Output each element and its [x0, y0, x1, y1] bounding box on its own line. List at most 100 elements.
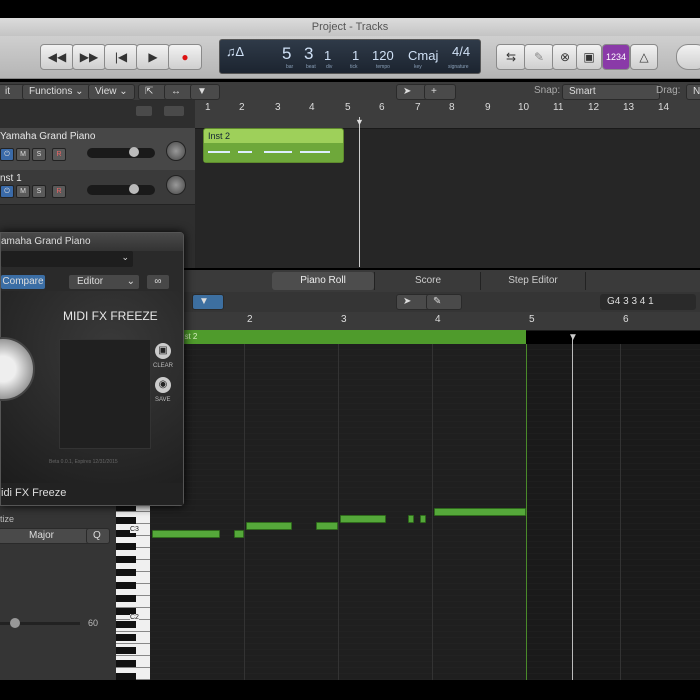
- preset-select[interactable]: ⌄: [1, 251, 133, 267]
- midi-note[interactable]: [152, 530, 220, 538]
- count-in-button[interactable]: 1234: [602, 44, 630, 70]
- filter-button[interactable]: ▼: [190, 84, 220, 100]
- global-tracks-button[interactable]: [164, 106, 184, 116]
- track-row[interactable]: nst 1 ⏻ M S R: [0, 170, 195, 205]
- editor-playhead-icon[interactable]: ▼: [568, 332, 578, 343]
- view-menu[interactable]: View ⌄: [88, 84, 135, 100]
- midi-note[interactable]: [420, 515, 426, 523]
- midi-region[interactable]: Inst 2: [203, 128, 344, 163]
- functions-menu[interactable]: Functions ⌄: [22, 84, 91, 100]
- lcd-tick-label: tick: [350, 64, 358, 70]
- ruler-bar: 7: [415, 102, 421, 113]
- record-enable-button[interactable]: R: [52, 185, 66, 198]
- drag-label: Drag:: [656, 85, 681, 96]
- inspector-section-label: tize: [0, 514, 15, 524]
- solo-label: S: [36, 151, 42, 158]
- play-button[interactable]: ▶: [136, 44, 170, 70]
- save-button[interactable]: ◉: [155, 377, 171, 393]
- quantize-button[interactable]: Q: [86, 528, 110, 544]
- lcd-bar: 5: [282, 44, 292, 63]
- editor-filter-button[interactable]: ▼: [192, 294, 224, 310]
- crosshair-tool[interactable]: +: [424, 84, 456, 100]
- go-to-beginning-button[interactable]: |◀: [104, 44, 138, 70]
- count-in-label: 1234: [605, 52, 627, 62]
- lcd-mode-button[interactable]: [676, 44, 700, 70]
- fader-knob[interactable]: [129, 184, 139, 194]
- lcd-display[interactable]: ♫∆ 5 3 1 1 120 Cmaj 4/4 bar beat div tic…: [219, 39, 481, 74]
- metronome-button[interactable]: △: [630, 44, 658, 70]
- piano-keyboard[interactable]: C3 C2: [116, 500, 150, 684]
- region-content: [204, 143, 343, 162]
- compare-button[interactable]: Compare: [1, 275, 45, 289]
- pencil-icon: ✎: [533, 50, 545, 64]
- midi-note[interactable]: [434, 508, 526, 516]
- freeze-dial[interactable]: [0, 337, 35, 401]
- record-button[interactable]: ●: [168, 44, 202, 70]
- snap-value: Smart: [569, 86, 596, 97]
- power-button[interactable]: ⏻: [0, 148, 14, 161]
- mute-button[interactable]: M: [16, 185, 30, 198]
- piano-roll-grid[interactable]: [150, 344, 700, 680]
- solo-button[interactable]: S: [32, 148, 46, 161]
- power-button[interactable]: ⏻: [0, 185, 14, 198]
- playhead[interactable]: [359, 117, 360, 267]
- midi-note[interactable]: [408, 515, 414, 523]
- tuner-button[interactable]: ✎: [524, 44, 554, 70]
- editor-ruler[interactable]: 2 3 4 5 6: [150, 312, 700, 331]
- crosshair-icon: +: [431, 86, 437, 97]
- solo-button[interactable]: ▣: [576, 44, 602, 70]
- cycle-button[interactable]: ⇆: [496, 44, 526, 70]
- tab-score[interactable]: Score: [374, 272, 481, 290]
- clear-button[interactable]: ▣: [155, 343, 171, 359]
- functions-menu-label: Functions: [29, 86, 73, 97]
- record-label: R: [56, 151, 62, 158]
- slider-knob[interactable]: [10, 618, 20, 628]
- plugin-title-bar: amaha Grand Piano: [1, 233, 183, 251]
- scale-select[interactable]: Major: [0, 528, 90, 544]
- window-title: Project - Tracks: [311, 21, 389, 33]
- volume-fader[interactable]: [87, 147, 155, 158]
- snap-select[interactable]: Smart: [562, 84, 660, 100]
- editor-toolbar: ▼ ➤ ✎ G4 3 3 4 1: [180, 292, 700, 313]
- plugin-window: amaha Grand Piano ⌄ Compare Editor ⌄ ∞ MI…: [0, 232, 184, 506]
- playhead-marker-icon[interactable]: ▼: [355, 117, 364, 127]
- volume-fader[interactable]: [87, 184, 155, 195]
- ruler-bar: 6: [379, 102, 385, 113]
- fast-forward-button[interactable]: ▶▶: [72, 44, 106, 70]
- bottom-letterbox: [0, 680, 700, 700]
- track-name: nst 1: [0, 173, 22, 184]
- editor-playhead[interactable]: [572, 338, 573, 680]
- add-track-button[interactable]: [136, 106, 152, 116]
- editor-region-bar[interactable]: nst 2: [150, 330, 526, 344]
- mute-label: M: [20, 188, 26, 195]
- link-icon: ∞: [154, 276, 162, 287]
- ruler-bar: 10: [518, 102, 530, 113]
- fader-knob[interactable]: [129, 147, 139, 157]
- rewind-button[interactable]: ◀◀: [40, 44, 74, 70]
- mute-button[interactable]: M: [16, 148, 30, 161]
- tab-piano-roll[interactable]: Piano Roll: [272, 272, 374, 290]
- region-name: Inst 2: [208, 131, 231, 141]
- editor-pencil-tool[interactable]: ✎: [426, 294, 462, 310]
- inspector-slider[interactable]: [0, 618, 80, 628]
- solo-button[interactable]: S: [32, 185, 46, 198]
- midi-note[interactable]: [234, 530, 244, 538]
- pan-knob[interactable]: [166, 141, 186, 161]
- tab-step-editor[interactable]: Step Editor: [480, 272, 586, 290]
- view-mode-select[interactable]: Editor ⌄: [69, 275, 139, 289]
- record-enable-button[interactable]: R: [52, 148, 66, 161]
- pan-knob[interactable]: [166, 175, 186, 195]
- drag-select[interactable]: N: [686, 84, 700, 100]
- track-row[interactable]: Yamaha Grand Piano ⏻ M S R: [0, 128, 195, 171]
- link-button[interactable]: ∞: [147, 275, 169, 289]
- track-name: Yamaha Grand Piano: [0, 131, 96, 142]
- arrange-ruler[interactable]: 1 2 3 4 5 6 7 8 9 10 11 12 13 14: [195, 100, 700, 129]
- editor-tabs: Piano Roll Score Step Editor: [180, 270, 700, 293]
- replace-button[interactable]: ⊗: [552, 44, 578, 70]
- midi-note[interactable]: [246, 522, 292, 530]
- pointer-icon: ➤: [403, 86, 412, 97]
- ruler-bar: 14: [658, 102, 670, 113]
- midi-note[interactable]: [340, 515, 386, 523]
- midi-note[interactable]: [316, 522, 338, 530]
- save-label: SAVE: [155, 397, 171, 403]
